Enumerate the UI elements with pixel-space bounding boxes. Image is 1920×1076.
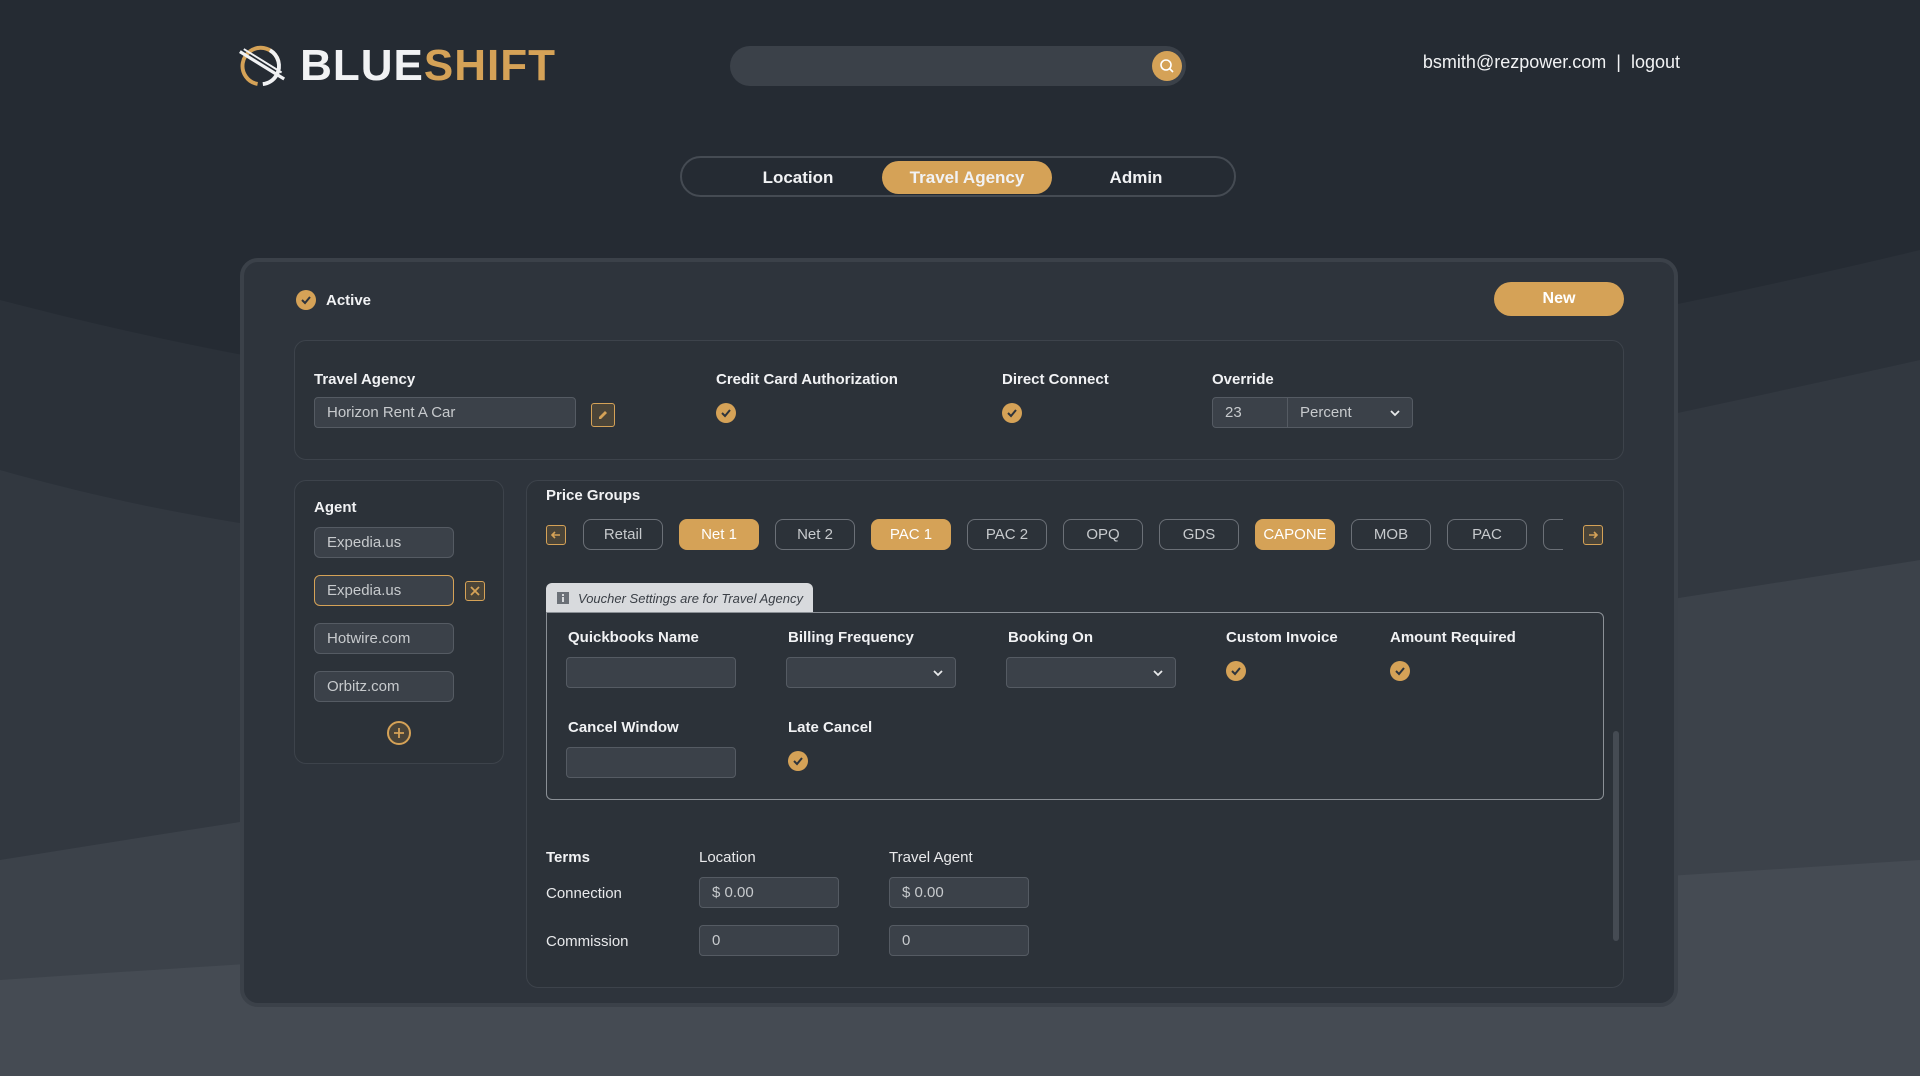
booking-on-label: Booking On xyxy=(1008,629,1093,646)
price-groups-next-button[interactable] xyxy=(1583,525,1603,545)
late-cancel-checkbox[interactable] xyxy=(788,751,808,771)
price-group-list: Retail Net 1 Net 2 PAC 1 PAC 2 OPQ GDS C… xyxy=(583,519,1563,551)
price-groups-prev-button[interactable] xyxy=(546,525,566,545)
voucher-settings-box: Quickbooks Name Billing Frequency Bookin… xyxy=(546,612,1604,800)
override-unit-value: Percent xyxy=(1300,404,1352,421)
chevron-down-icon xyxy=(933,670,943,677)
arrow-left-icon xyxy=(550,531,560,539)
remove-agent-button[interactable] xyxy=(465,581,485,601)
tab-travel-agency[interactable]: Travel Agency xyxy=(882,161,1052,194)
price-group-opq[interactable]: OPQ xyxy=(1063,519,1143,550)
terms-row-label: Commission xyxy=(546,933,629,950)
active-check-icon xyxy=(296,290,316,310)
user-separator: | xyxy=(1616,52,1621,72)
override-unit-select[interactable]: Percent xyxy=(1287,397,1413,428)
cancel-window-label: Cancel Window xyxy=(568,719,679,736)
agent-title: Agent xyxy=(314,499,357,516)
terms-row-label: Connection xyxy=(546,885,622,902)
logo-text-blue: BLUE xyxy=(300,41,424,90)
terms-col-location: Location xyxy=(699,849,756,866)
tab-location[interactable]: Location xyxy=(718,161,878,194)
late-cancel-label: Late Cancel xyxy=(788,719,873,736)
pencil-icon xyxy=(599,411,607,419)
cc-auth-checkbox[interactable] xyxy=(716,403,736,423)
billing-frequency-label: Billing Frequency xyxy=(788,629,914,646)
cc-auth-label: Credit Card Authorization xyxy=(716,371,898,388)
cancel-window-field[interactable] xyxy=(566,747,736,778)
price-group-partial[interactable] xyxy=(1543,519,1563,550)
price-group-pac1[interactable]: PAC 1 xyxy=(871,519,951,550)
search-button[interactable] xyxy=(1152,51,1182,81)
info-icon xyxy=(557,592,569,604)
active-label: Active xyxy=(326,291,372,309)
custom-invoice-checkbox[interactable] xyxy=(1226,661,1246,681)
override-value-field[interactable]: 23 xyxy=(1212,397,1288,428)
commission-location-field[interactable]: 0 xyxy=(699,925,839,956)
agency-panel: Travel Agency Horizon Rent A Car Credit … xyxy=(294,340,1624,460)
voucher-settings-tab: Voucher Settings are for Travel Agency xyxy=(546,583,813,613)
quickbooks-field[interactable] xyxy=(566,657,736,688)
override-label: Override xyxy=(1212,371,1274,388)
terms-title: Terms xyxy=(546,849,590,866)
price-group-gds[interactable]: GDS xyxy=(1159,519,1239,550)
quickbooks-label: Quickbooks Name xyxy=(568,629,699,646)
connection-location-field[interactable]: $ 0.00 xyxy=(699,877,839,908)
price-groups-panel: Price Groups Retail Net 1 Net 2 PAC 1 PA… xyxy=(526,480,1624,988)
edit-button[interactable] xyxy=(591,403,615,427)
plus-icon xyxy=(394,728,404,738)
user-menu: bsmith@rezpower.com | logout xyxy=(1423,52,1680,73)
agent-item[interactable]: Expedia.us xyxy=(314,527,454,558)
travel-agency-label: Travel Agency xyxy=(314,371,416,388)
amount-required-label: Amount Required xyxy=(1390,629,1516,646)
voucher-settings-note: Voucher Settings are for Travel Agency xyxy=(578,590,803,606)
direct-connect-label: Direct Connect xyxy=(1002,371,1109,388)
user-email[interactable]: bsmith@rezpower.com xyxy=(1423,52,1606,73)
blueshift-logo[interactable]: BLUESHIFT xyxy=(236,32,556,100)
chevron-down-icon xyxy=(1390,410,1400,417)
price-group-pac2[interactable]: PAC 2 xyxy=(967,519,1047,550)
agent-item-selected[interactable]: Expedia.us xyxy=(314,575,454,606)
booking-on-select[interactable] xyxy=(1006,657,1176,688)
commission-agent-field[interactable]: 0 xyxy=(889,925,1029,956)
connection-agent-field[interactable]: $ 0.00 xyxy=(889,877,1029,908)
main-tabs: Location Travel Agency Admin xyxy=(680,156,1236,197)
logo-text-shift: SHIFT xyxy=(423,41,556,90)
custom-invoice-label: Custom Invoice xyxy=(1226,629,1338,646)
search-icon xyxy=(1160,59,1174,73)
billing-frequency-select[interactable] xyxy=(786,657,956,688)
price-group-capone[interactable]: CAPONE xyxy=(1255,519,1335,550)
arrow-right-icon xyxy=(1589,531,1599,539)
agent-panel: Agent Expedia.us Expedia.us Hotwire.com … xyxy=(294,480,504,764)
agent-item[interactable]: Orbitz.com xyxy=(314,671,454,702)
logout-link[interactable]: logout xyxy=(1631,52,1680,73)
amount-required-checkbox[interactable] xyxy=(1390,661,1410,681)
price-groups-title: Price Groups xyxy=(546,487,641,504)
new-button[interactable]: New xyxy=(1494,282,1624,316)
chevron-down-icon xyxy=(1153,670,1163,677)
active-toggle[interactable]: Active xyxy=(296,290,371,310)
add-agent-button[interactable] xyxy=(387,721,411,745)
logo-icon xyxy=(239,45,286,87)
tab-admin[interactable]: Admin xyxy=(1056,161,1216,194)
terms-col-agent: Travel Agent xyxy=(889,849,973,866)
price-group-mob[interactable]: MOB xyxy=(1351,519,1431,550)
price-group-net2[interactable]: Net 2 xyxy=(775,519,855,550)
price-group-retail[interactable]: Retail xyxy=(583,519,663,550)
travel-agency-field[interactable]: Horizon Rent A Car xyxy=(314,397,576,428)
search-input[interactable] xyxy=(730,46,1186,86)
direct-connect-checkbox[interactable] xyxy=(1002,403,1022,423)
agent-item[interactable]: Hotwire.com xyxy=(314,623,454,654)
close-icon xyxy=(470,586,480,596)
price-group-pac[interactable]: PAC xyxy=(1447,519,1527,550)
scrollbar[interactable] xyxy=(1613,731,1619,941)
price-group-net1[interactable]: Net 1 xyxy=(679,519,759,550)
travel-agency-card: Active New Travel Agency Horizon Rent A … xyxy=(240,258,1678,1007)
